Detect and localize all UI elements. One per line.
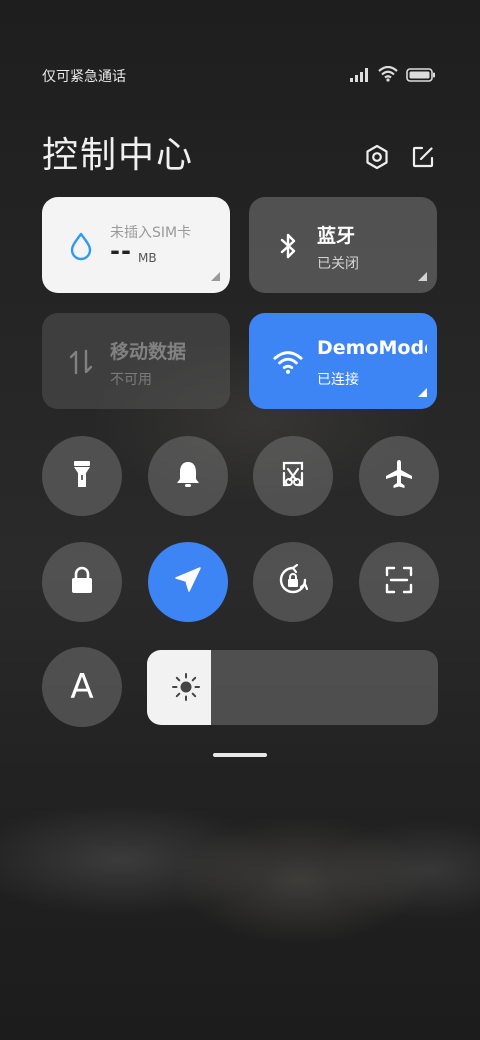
wifi-status-icon	[378, 65, 398, 86]
screenshot-scissors-icon	[277, 458, 309, 494]
status-bar: 仅可紧急通话	[42, 64, 436, 88]
battery-icon	[406, 67, 436, 86]
font-size-label: A	[70, 667, 94, 707]
settings-button[interactable]	[362, 144, 392, 174]
mobile-data-label: 移动数据	[110, 341, 187, 363]
wifi-tile[interactable]: DemoMode 已连接	[249, 313, 437, 409]
airplane-icon	[383, 458, 415, 494]
wifi-status: 已连接	[317, 372, 359, 388]
edit-icon	[410, 144, 436, 174]
scanner-button[interactable]	[359, 542, 439, 622]
lock-screen-button[interactable]	[42, 542, 122, 622]
font-size-button[interactable]: A	[42, 647, 122, 727]
bluetooth-label: 蓝牙	[317, 225, 356, 247]
bluetooth-status: 已关闭	[317, 256, 359, 272]
page-title: 控制中心	[42, 135, 195, 176]
wifi-icon	[273, 347, 303, 377]
wifi-network-name: DemoMode	[317, 337, 427, 359]
settings-icon	[364, 144, 390, 174]
expand-corner-icon	[211, 272, 220, 281]
sim-data-tile[interactable]: 未插入SIM卡 -- MB	[42, 197, 230, 293]
ringer-toggle[interactable]	[148, 436, 228, 516]
flashlight-icon	[68, 458, 96, 494]
bell-icon	[173, 458, 203, 494]
brightness-sun-icon	[171, 672, 201, 702]
data-usage-value: --	[110, 237, 132, 265]
scan-frame-icon	[383, 564, 415, 600]
signal-icon	[350, 67, 370, 86]
carrier-status-text: 仅可紧急通话	[42, 69, 126, 85]
screenshot-toggle[interactable]	[253, 436, 333, 516]
expand-corner-icon	[418, 272, 427, 281]
edit-button[interactable]	[408, 144, 438, 174]
data-usage-unit: MB	[138, 251, 157, 265]
drag-handle[interactable]	[213, 753, 267, 757]
bluetooth-tile[interactable]: 蓝牙 已关闭	[249, 197, 437, 293]
expand-corner-icon	[418, 388, 427, 397]
location-arrow-icon	[173, 565, 203, 599]
rotation-lock-toggle[interactable]	[253, 542, 333, 622]
status-icons	[350, 65, 436, 86]
brightness-slider[interactable]	[147, 650, 438, 725]
mobile-data-tile[interactable]: 移动数据 不可用	[42, 313, 230, 409]
flashlight-toggle[interactable]	[42, 436, 122, 516]
location-toggle[interactable]	[148, 542, 228, 622]
lock-icon	[67, 564, 97, 600]
data-transfer-icon	[66, 347, 96, 377]
water-drop-icon	[66, 231, 96, 261]
airplane-mode-toggle[interactable]	[359, 436, 439, 516]
mobile-data-status: 不可用	[110, 372, 152, 388]
bluetooth-icon	[273, 231, 303, 261]
rotation-lock-icon	[276, 563, 310, 601]
